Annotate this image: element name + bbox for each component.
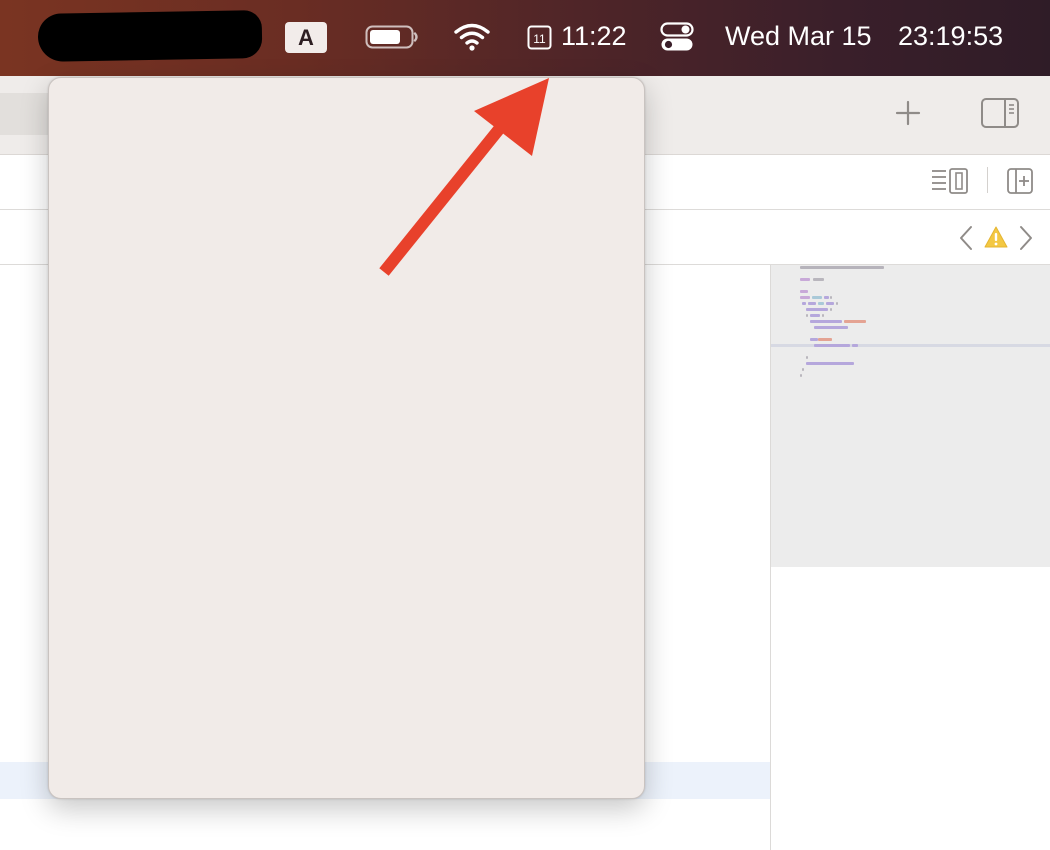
minimap-token (810, 320, 842, 323)
calendar-menu-button[interactable]: 11 (527, 25, 553, 56)
inspector-toggle-button[interactable] (980, 97, 1020, 134)
minimap-viewport-indicator[interactable] (771, 344, 1050, 347)
calendar-icon: 11 (527, 25, 552, 50)
issue-warning-button[interactable] (984, 226, 1008, 253)
calendar-time-label[interactable]: 11:22 (561, 18, 627, 54)
minimap-token (818, 338, 832, 341)
redacted-area (37, 10, 263, 62)
minimap-token (810, 314, 820, 317)
toolbar-tab-strip (0, 93, 48, 135)
minimap-token (810, 338, 818, 341)
add-editor-button[interactable] (1006, 167, 1034, 200)
minimap-token (800, 290, 808, 293)
minimap-token (800, 296, 810, 299)
input-source-button[interactable]: A (285, 22, 327, 53)
wifi-icon (454, 23, 490, 51)
chevron-right-icon (1020, 226, 1032, 250)
menu-bar: A 11 11:22 Wed Mar 15 23:19:53 (0, 0, 1050, 76)
navigate-forward-button[interactable] (1016, 224, 1036, 257)
minimap-token (830, 296, 832, 299)
calendar-day-label: 11 (533, 32, 546, 46)
editor-options-icon (932, 168, 968, 194)
minimap-token (814, 344, 850, 347)
calendar-popover-panel[interactable] (48, 77, 645, 799)
minimap-token (826, 302, 834, 305)
wifi-status-button[interactable] (452, 21, 492, 58)
minimap-token (800, 266, 884, 269)
warning-icon (984, 226, 1008, 248)
control-center-button[interactable] (660, 22, 694, 57)
add-tab-button[interactable] (893, 98, 923, 133)
sidebar-right-icon (981, 98, 1019, 128)
menubar-clock[interactable]: 23:19:53 (898, 18, 1003, 54)
minimap-token (844, 320, 866, 323)
minimap-token (800, 374, 802, 377)
menubar-date[interactable]: Wed Mar 15 (725, 18, 872, 54)
input-source-label: A (298, 25, 314, 50)
minimap-token (852, 344, 858, 347)
minimap-token (812, 296, 822, 299)
minimap-token (806, 356, 808, 359)
minimap-token (814, 326, 848, 329)
editor-options-button[interactable] (930, 167, 970, 200)
minimap-token (806, 314, 808, 317)
minimap-token (822, 314, 824, 317)
battery-status-button[interactable] (365, 24, 419, 55)
minimap-token (818, 302, 824, 305)
minimap-token (824, 296, 829, 299)
chevron-left-icon (960, 226, 972, 250)
toolbar-divider (987, 167, 988, 193)
minimap-token (806, 362, 854, 365)
add-editor-icon (1007, 168, 1033, 194)
navigate-back-button[interactable] (956, 224, 976, 257)
minimap-token (800, 278, 810, 281)
minimap-token (806, 308, 828, 311)
battery-icon (365, 25, 418, 49)
plus-icon (895, 100, 921, 126)
minimap-token (808, 302, 816, 305)
control-center-icon (660, 22, 694, 51)
minimap-token (836, 302, 838, 305)
minimap-token (813, 278, 824, 281)
minimap-token (802, 302, 806, 305)
minimap-token (830, 308, 832, 311)
minimap-token (802, 368, 804, 371)
